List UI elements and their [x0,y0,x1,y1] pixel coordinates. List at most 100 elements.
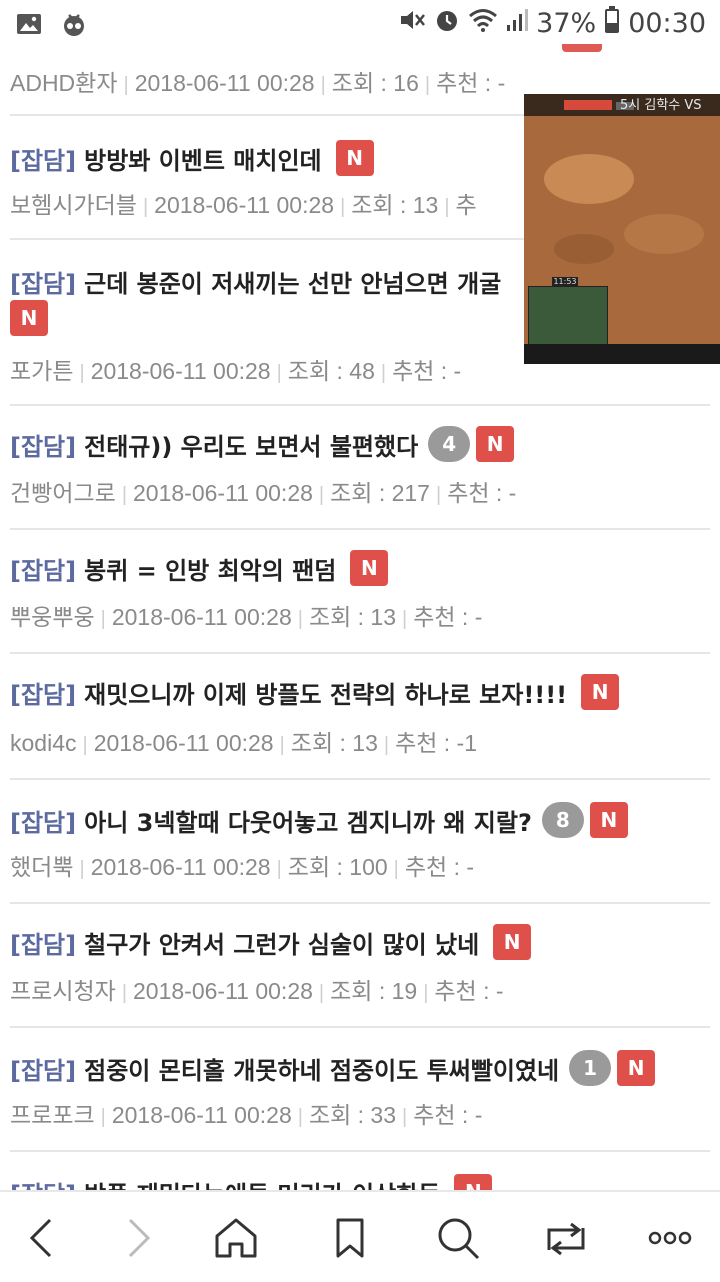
post-title[interactable]: [잡담] 재밋으니까 이제 방플도 전략의 하나로 보자!!!! N [10,674,620,710]
bookmark-button[interactable] [326,1214,374,1262]
back-icon [29,1218,52,1258]
wifi-icon [468,8,498,39]
post-title-text: 봉퀴 = 인방 최악의 팬덤 [84,556,337,585]
post-title[interactable]: [잡담] 아니 3넥할때 다웃어놓고 겜지니까 왜 지랄? 8 N [10,802,628,838]
divider [10,902,710,904]
post-date: 2018-06-11 00:28 [90,358,271,384]
post-date: 2018-06-11 00:28 [154,192,335,218]
comment-count-badge: 8 [541,802,584,838]
post-title-text: 점중이 몬티홀 개못하네 점중이도 투써빨이였네 [84,1056,560,1085]
post-author[interactable]: 했더뿍 [10,854,73,880]
post-recommend: 추천 : -1 [395,730,478,756]
post-date: 2018-06-11 00:28 [90,854,271,880]
post-title[interactable]: [잡담] 방방봐 이벤트 매치인데 N [10,140,374,176]
back-button[interactable] [18,1214,66,1262]
post-date: 2018-06-11 00:28 [133,480,313,506]
post-recommend: 추천 : - [404,854,475,880]
post-author[interactable]: 건빵어그로 [10,480,116,506]
floating-video-player[interactable]: 5시 김학수 VS 11:53 [524,94,720,364]
post-title-text: 재밋으니까 이제 방플도 전략의 하나로 보자!!!! [84,680,568,709]
post-category: [잡담] [10,808,77,837]
post-title-text: 전태규)) 우리도 보면서 불편했다 [84,432,419,461]
signal-icon [506,8,529,39]
comment-count-badge: 4 [428,426,471,462]
post-meta: 프로시청자 | 2018-06-11 00:28 | 조회 : 19 | 추천 : - [10,978,504,1004]
post-category: [잡담] [10,146,77,175]
post-badges: N [10,300,48,336]
post-author[interactable]: 보헴시가더블 [10,192,137,218]
divider [10,652,710,654]
home-button[interactable] [212,1214,260,1262]
post-views: 조회 : 19 [330,978,418,1004]
post-title[interactable]: [잡담] 철구가 안켜서 그런가 심술이 많이 났네 N [10,924,532,960]
post-recommend: 추천 : - [392,358,462,384]
search-icon [438,1218,480,1260]
post-date: 2018-06-11 00:28 [93,730,274,756]
post-author[interactable]: 프로포크 [10,1102,95,1128]
post-recommend: 추천 : - [413,604,483,630]
post-category: [잡담] [10,1056,77,1085]
home-icon [215,1218,257,1258]
post-meta: 뿌웅뿌웅 | 2018-06-11 00:28 | 조회 : 13 | 추천 : - [10,604,483,630]
post-author[interactable]: kodi4c [10,730,76,756]
indicator-tab [562,44,602,52]
player-status-pill [564,100,612,110]
post-views: 조회 : 13 [308,604,397,630]
forward-icon [128,1218,151,1258]
status-bar: 37% 00:30 [0,0,720,50]
post-author[interactable]: 프로시청자 [10,978,116,1004]
mute-icon [398,7,426,40]
tabs-icon [547,1222,585,1256]
new-badge: N [350,550,389,586]
new-badge: N [10,300,48,336]
post-title[interactable]: [잡담] 봉퀴 = 인방 최악의 팬덤 N [10,550,389,586]
post-date: 2018-06-11 00:28 [134,70,315,96]
bottom-navigation-bar [0,1190,720,1282]
post-meta: 보헴시가더블 | 2018-06-11 00:28 | 조회 : 13 | 추 [10,192,477,218]
post-meta: 건빵어그로 | 2018-06-11 00:28 | 조회 : 217 | 추천 : - [10,480,517,506]
post-author[interactable]: 뿌웅뿌웅 [10,604,95,630]
post-views: 조회 : 100 [287,854,388,880]
forward-button[interactable] [114,1214,162,1262]
post-title-text: 방방봐 이벤트 매치인데 [84,146,322,175]
post-recommend: 추천 : - [434,978,504,1004]
battery-icon [604,6,620,41]
search-button[interactable] [434,1214,482,1262]
post-title-text: 아니 3넥할때 다웃어놓고 겜지니까 왜 지랄? [84,808,532,837]
new-badge: N [335,140,374,176]
post-title-text: 철구가 안켜서 그런가 심술이 많이 났네 [84,930,480,959]
video-topbar: 5시 김학수 VS [524,94,720,116]
post-category: [잡담] [10,556,77,585]
more-button[interactable] [646,1214,694,1262]
post-category: [잡담] [10,270,77,298]
divider [10,528,710,530]
clock: 00:30 [628,8,706,39]
post-recommend: 추 [455,192,477,218]
post-title[interactable]: [잡담] 근데 봉준이 저새끼는 선만 안넘으면 개굴 [10,264,501,299]
comment-count-badge: 1 [569,1050,612,1086]
post-meta: 프로포크 | 2018-06-11 00:28 | 조회 : 33 | 추천 : - [10,1102,483,1128]
post-date: 2018-06-11 00:28 [111,1102,292,1128]
post-category: [잡담] [10,680,77,709]
video-caption: 5시 김학수 VS [620,98,702,113]
post-author[interactable]: ADHD환자 [10,70,118,96]
post-meta: kodi4c | 2018-06-11 00:28 | 조회 : 13 | 추천 : -1 [10,730,478,756]
post-recommend: 추천 : - [447,480,517,506]
battery-percent: 37% [536,8,597,39]
bookmark-icon [336,1218,364,1258]
post-title[interactable]: [잡담] 전태규)) 우리도 보면서 불편했다 4 N [10,426,515,462]
post-views: 조회 : 217 [330,480,430,506]
tabs-button[interactable] [542,1214,590,1262]
divider [10,1150,710,1152]
post-views: 조회 : 13 [290,730,378,756]
new-badge: N [476,426,515,462]
post-date: 2018-06-11 00:28 [133,978,313,1004]
post-category: [잡담] [10,930,77,959]
new-badge: N [617,1050,656,1086]
post-title-text: 근데 봉준이 저새끼는 선만 안넘으면 개굴 [84,270,502,298]
bot-icon [60,10,88,42]
post-author[interactable]: 포가튼 [10,358,73,384]
post-title[interactable]: [잡담] 점중이 몬티홀 개못하네 점중이도 투써빨이였네 1 N [10,1050,656,1086]
post-meta: 포가튼 | 2018-06-11 00:28 | 조회 : 48 | 추천 : - [10,358,462,384]
divider [10,404,710,406]
